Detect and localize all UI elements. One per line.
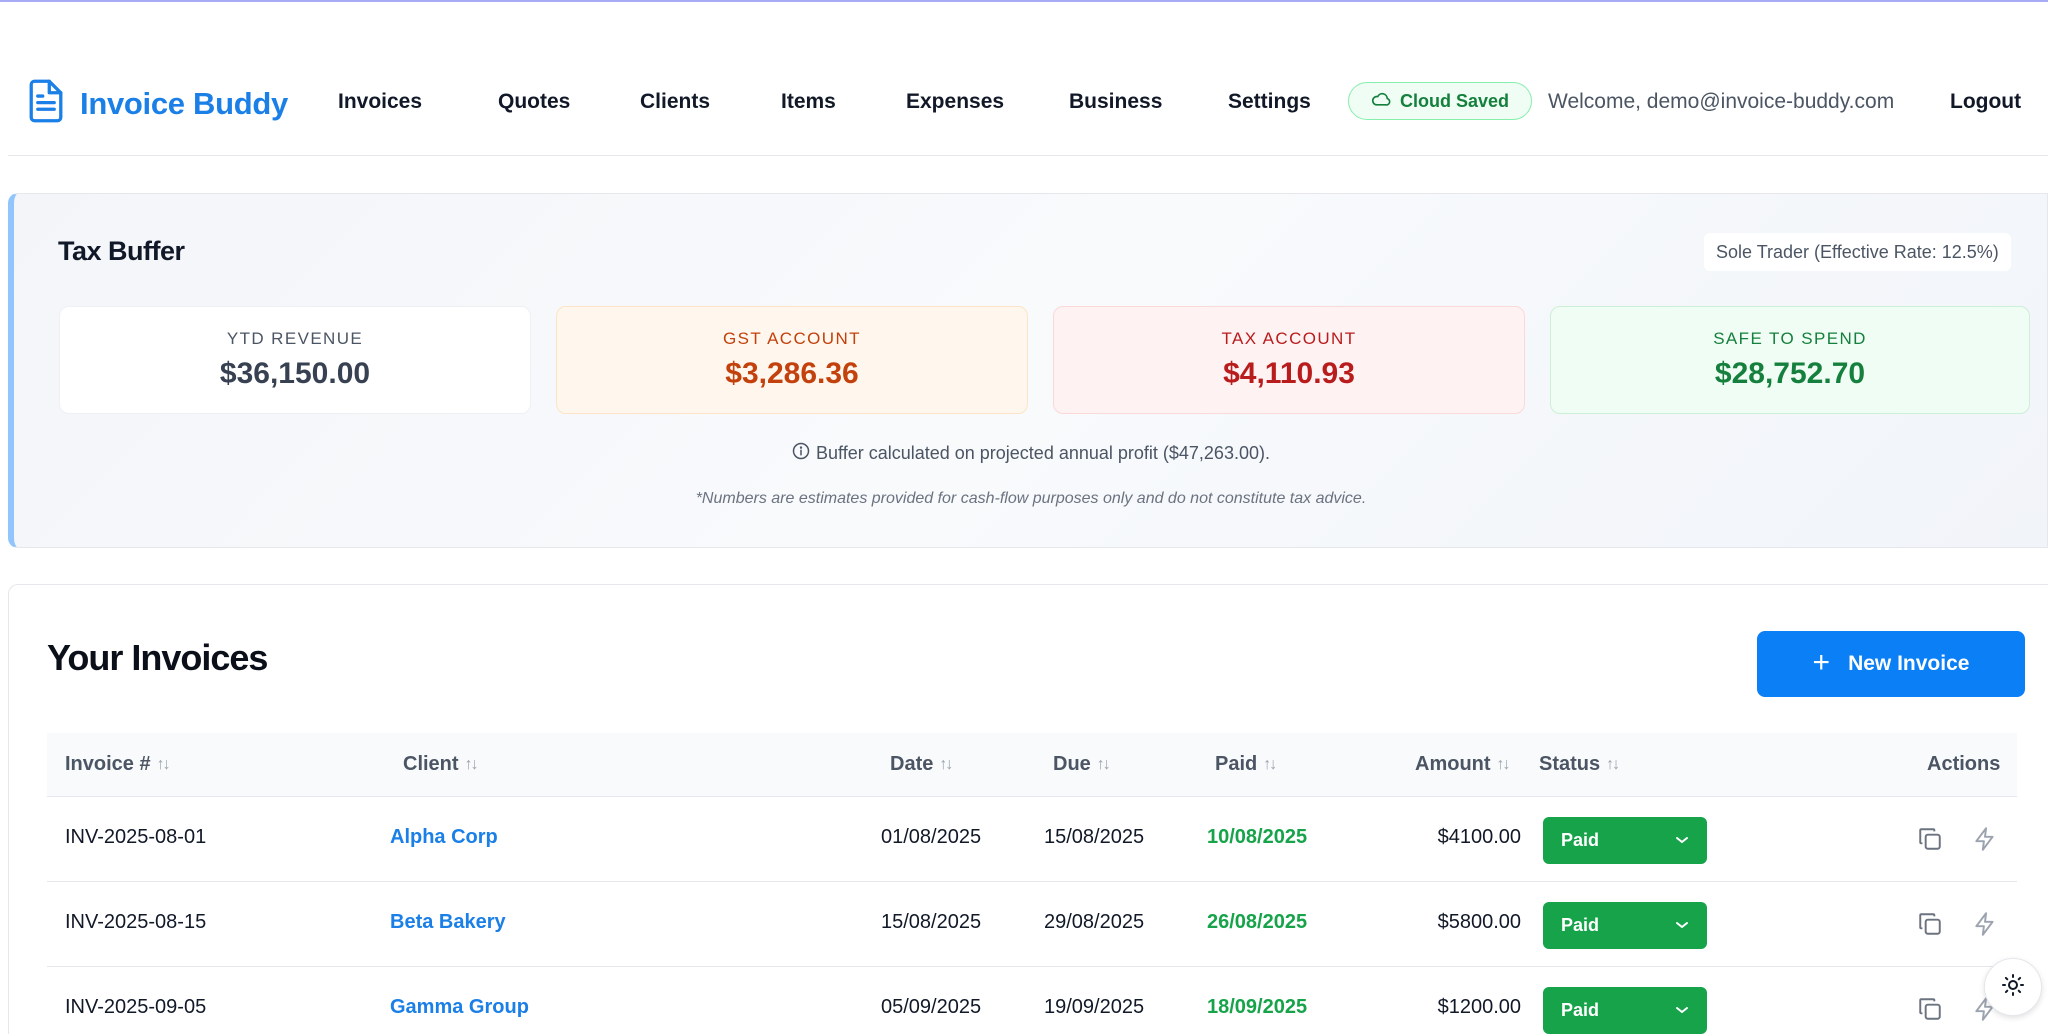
gst-account-card: GST Account $3,286.36	[556, 306, 1028, 414]
status-value: Paid	[1561, 1000, 1600, 1020]
new-invoice-button[interactable]: + New Invoice	[1757, 631, 2025, 697]
column-header-amount[interactable]: Amount ↑↓	[1415, 753, 1511, 776]
welcome-text: Welcome, demo@invoice-buddy.com	[1548, 90, 1895, 113]
invoice-due: 19/09/2025	[1044, 996, 1145, 1018]
app-name: Invoice Buddy	[80, 85, 288, 121]
column-label: Date	[890, 753, 934, 775]
stat-label: YTD Revenue	[226, 329, 364, 348]
cloud-status-badge: Cloud Saved	[1348, 82, 1532, 120]
sort-icon: ↑↓	[939, 755, 953, 773]
tax-disclaimer: *Numbers are estimates provided for cash…	[695, 490, 1367, 507]
plus-icon: +	[1812, 645, 1831, 679]
column-header-paid[interactable]: Paid ↑↓	[1215, 753, 1277, 776]
invoice-number: INV-2025-09-05	[65, 996, 207, 1018]
column-header-status[interactable]: Status ↑↓	[1539, 753, 1620, 776]
column-label: Status	[1539, 753, 1601, 775]
stat-value: $4,110.93	[1223, 357, 1355, 390]
invoice-paid-date: 18/09/2025	[1207, 996, 1308, 1018]
stat-label: Safe to Spend	[1713, 329, 1867, 348]
safe-to-spend-card: Safe to Spend $28,752.70	[1550, 306, 2030, 414]
sort-icon: ↑↓	[464, 755, 479, 773]
logout-button[interactable]: Logout	[1950, 90, 2021, 114]
status-value: Paid	[1561, 830, 1600, 850]
copy-icon[interactable]	[1917, 911, 1943, 937]
ytd-revenue-card: YTD Revenue $36,150.00	[59, 306, 531, 414]
invoice-amount: $1200.00	[1437, 996, 1521, 1018]
stat-label: Tax Account	[1221, 329, 1357, 348]
stat-value: $28,752.70	[1714, 357, 1866, 390]
entity-type-chip: Sole Trader (Effective Rate: 12.5%)	[1704, 233, 2011, 271]
column-label: Due	[1053, 753, 1091, 775]
invoice-due: 15/08/2025	[1044, 826, 1145, 848]
sort-icon: ↑↓	[1496, 755, 1511, 773]
tax-buffer-panel: Tax Buffer Sole Trader (Effective Rate: …	[8, 193, 2048, 548]
sort-icon: ↑↓	[1096, 755, 1111, 773]
tax-buffer-title: Tax Buffer	[58, 236, 185, 266]
column-header-client[interactable]: Client ↑↓	[403, 753, 479, 776]
lightning-icon[interactable]	[1972, 826, 1998, 852]
nav-settings[interactable]: Settings	[1228, 90, 1311, 114]
invoice-number: INV-2025-08-01	[65, 826, 207, 848]
table-row: INV-2025-09-05 Gamma Group 05/09/2025 19…	[47, 968, 2017, 1034]
status-select[interactable]: Paid	[1543, 817, 1707, 864]
lightning-icon[interactable]	[1972, 911, 1998, 937]
tax-account-card: Tax Account $4,110.93	[1053, 306, 1525, 414]
invoice-date: 15/08/2025	[881, 911, 982, 933]
nav-business[interactable]: Business	[1069, 90, 1162, 114]
table-row: INV-2025-08-15 Beta Bakery 15/08/2025 29…	[47, 883, 2017, 967]
app-header: Invoice Buddy Invoices Quotes Clients It…	[8, 58, 2048, 156]
invoice-amount: $5800.00	[1437, 911, 1521, 933]
theme-toggle-button[interactable]	[1984, 958, 2042, 1016]
table-header: Invoice # ↑↓ Client ↑↓ Date ↑↓ Due ↑↓ Paid ↑↓…	[47, 733, 2017, 797]
cloud-status-text: Cloud Saved	[1399, 90, 1510, 111]
column-label: Paid	[1215, 753, 1258, 775]
status-select[interactable]: Paid	[1543, 902, 1707, 949]
column-label: Amount	[1415, 753, 1491, 775]
cloud-icon	[1371, 91, 1391, 112]
status-select[interactable]: Paid	[1543, 987, 1707, 1034]
brand-logo-link[interactable]: Invoice Buddy	[26, 78, 288, 129]
column-header-due[interactable]: Due ↑↓	[1053, 753, 1111, 776]
column-label: Invoice #	[65, 753, 151, 775]
column-header-invoice-number[interactable]: Invoice # ↑↓	[65, 753, 171, 776]
nav-items[interactable]: Items	[781, 90, 836, 114]
invoice-amount: $4100.00	[1437, 826, 1521, 848]
column-header-date[interactable]: Date ↑↓	[890, 753, 953, 776]
nav-clients[interactable]: Clients	[640, 90, 710, 114]
column-label: Actions	[1927, 753, 2001, 775]
client-link[interactable]: Gamma Group	[390, 996, 529, 1019]
column-label: Client	[403, 753, 459, 775]
sort-icon: ↑↓	[156, 755, 171, 773]
client-link[interactable]: Alpha Corp	[390, 826, 498, 849]
nav-invoices[interactable]: Invoices	[338, 90, 422, 114]
copy-icon[interactable]	[1917, 826, 1943, 852]
info-icon	[792, 442, 810, 465]
new-invoice-label: New Invoice	[1848, 652, 1970, 675]
sun-icon	[2001, 973, 2025, 1002]
buffer-note-text: Buffer calculated on projected annual pr…	[816, 443, 1270, 463]
document-icon	[26, 78, 66, 129]
column-header-actions: Actions	[1927, 753, 2000, 776]
buffer-note: Buffer calculated on projected annual pr…	[14, 442, 2048, 465]
invoice-date: 01/08/2025	[881, 826, 982, 848]
stat-value: $36,150.00	[219, 357, 371, 390]
client-link[interactable]: Beta Bakery	[390, 911, 506, 934]
invoices-card: Your Invoices + New Invoice Invoice # ↑↓ …	[8, 584, 2048, 1034]
invoice-paid-date: 26/08/2025	[1207, 911, 1308, 933]
copy-icon[interactable]	[1917, 996, 1943, 1022]
invoice-number: INV-2025-08-15	[65, 911, 207, 933]
stat-value: $3,286.36	[725, 357, 859, 390]
nav-quotes[interactable]: Quotes	[498, 90, 570, 114]
invoice-due: 29/08/2025	[1044, 911, 1145, 933]
top-accent-line	[0, 0, 2048, 2]
table-row: INV-2025-08-01 Alpha Corp 01/08/2025 15/…	[47, 798, 2017, 882]
sort-icon: ↑↓	[1606, 755, 1620, 773]
sort-icon: ↑↓	[1263, 755, 1277, 773]
invoices-title: Your Invoices	[47, 637, 268, 678]
status-value: Paid	[1561, 915, 1600, 935]
invoice-date: 05/09/2025	[881, 996, 982, 1018]
nav-expenses[interactable]: Expenses	[906, 90, 1004, 114]
invoice-paid-date: 10/08/2025	[1207, 826, 1308, 848]
stat-label: GST Account	[723, 329, 861, 348]
